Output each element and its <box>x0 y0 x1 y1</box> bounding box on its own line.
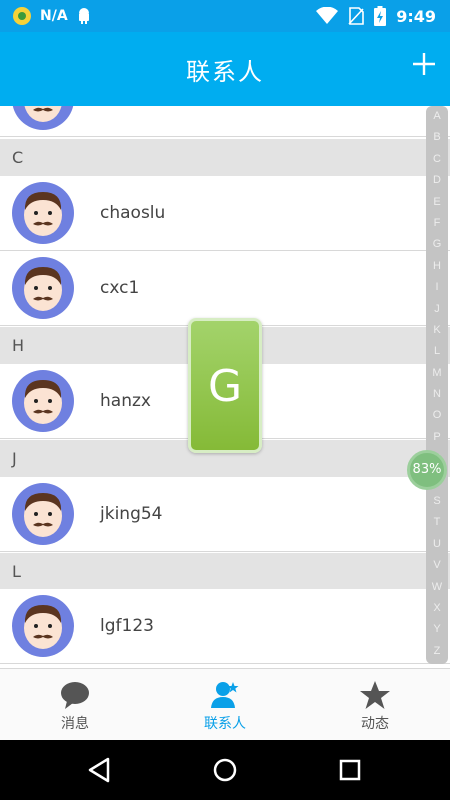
tab-moments[interactable]: 动态 <box>300 669 450 740</box>
contact-name: hanzx <box>100 391 151 411</box>
index-letter-e[interactable]: E <box>426 192 448 213</box>
index-letter-k[interactable]: K <box>426 320 448 341</box>
contacts-icon <box>211 682 239 708</box>
index-letter-h[interactable]: H <box>426 256 448 277</box>
contact-row[interactable]: chaoslu <box>0 176 450 251</box>
index-letter-m[interactable]: M <box>426 363 448 384</box>
back-button[interactable] <box>84 755 114 785</box>
avatar <box>12 106 74 130</box>
star-icon <box>360 681 390 709</box>
index-letter-c[interactable]: C <box>426 149 448 170</box>
status-left: N/A <box>12 0 92 32</box>
index-letter-t[interactable]: T <box>426 512 448 533</box>
index-letter-g[interactable]: G <box>426 234 448 255</box>
bottom-tab-bar: 消息 联系人 动态 <box>0 668 450 740</box>
avatar <box>12 483 74 545</box>
section-header: L <box>0 553 450 590</box>
contact-name: jking54 <box>100 504 163 524</box>
clock: 9:49 <box>396 6 436 26</box>
index-letter-d[interactable]: D <box>426 170 448 191</box>
contact-row[interactable]: lgf123 <box>0 589 450 664</box>
contact-name: cxc1 <box>100 278 140 298</box>
contact-name: chaoslu <box>100 203 166 223</box>
tab-contacts[interactable]: 联系人 <box>150 669 300 740</box>
screen: N/A 9:49 联系人 C chaoslu cxc1 H hanzx J jk… <box>0 0 450 800</box>
index-letter-u[interactable]: U <box>426 534 448 555</box>
index-letter-s[interactable]: S <box>426 491 448 512</box>
battery-icon <box>374 6 387 26</box>
index-letter-f[interactable]: F <box>426 213 448 234</box>
app-bar: 联系人 <box>0 32 450 106</box>
avatar <box>12 595 74 657</box>
index-letter-y[interactable]: Y <box>426 619 448 640</box>
index-letter-x[interactable]: X <box>426 598 448 619</box>
tab-messages[interactable]: 消息 <box>0 669 150 740</box>
avatar <box>12 370 74 432</box>
no-sim-icon <box>348 7 365 25</box>
index-letter-n[interactable]: N <box>426 384 448 405</box>
index-letter-i[interactable]: I <box>426 277 448 298</box>
index-letter-a[interactable]: A <box>426 106 448 127</box>
contact-row[interactable]: ddd1 <box>0 106 450 137</box>
index-letter-j[interactable]: J <box>426 299 448 320</box>
android-icon <box>78 8 89 24</box>
tab-label: 联系人 <box>204 716 246 732</box>
wifi-icon <box>316 7 339 24</box>
index-letter-l[interactable]: L <box>426 341 448 362</box>
home-button[interactable] <box>210 755 240 785</box>
status-bar: N/A 9:49 <box>0 0 450 32</box>
index-letter-b[interactable]: B <box>426 127 448 148</box>
contact-name: lgf123 <box>100 616 154 636</box>
carrier-text: N/A <box>40 8 68 24</box>
contact-row[interactable]: cxc1 <box>0 251 450 326</box>
index-letter-w[interactable]: W <box>426 577 448 598</box>
index-letter-o[interactable]: O <box>426 405 448 426</box>
avatar <box>12 257 74 319</box>
index-letter-v[interactable]: V <box>426 555 448 576</box>
index-letter-z[interactable]: Z <box>426 641 448 662</box>
contact-name: ddd1 <box>100 106 143 137</box>
status-right: 9:49 <box>316 0 436 32</box>
selected-letter-overlay: G <box>188 318 262 453</box>
tab-label: 消息 <box>61 716 89 732</box>
avatar <box>12 182 74 244</box>
recents-button[interactable] <box>335 755 365 785</box>
contact-row[interactable]: jking54 <box>0 477 450 552</box>
alphabet-index-bar[interactable]: A B C D E F G H I J K L M N O P Q R S T … <box>426 106 448 664</box>
index-letter-p[interactable]: P <box>426 427 448 448</box>
page-title: 联系人 <box>186 58 264 86</box>
add-contact-button[interactable] <box>410 50 438 78</box>
section-header: C <box>0 139 450 176</box>
app-notification-icon <box>13 7 31 25</box>
system-nav-bar <box>0 740 450 800</box>
tab-label: 动态 <box>361 716 389 732</box>
floating-badge[interactable]: 83% <box>407 450 447 490</box>
chat-bubble-icon <box>61 682 89 709</box>
